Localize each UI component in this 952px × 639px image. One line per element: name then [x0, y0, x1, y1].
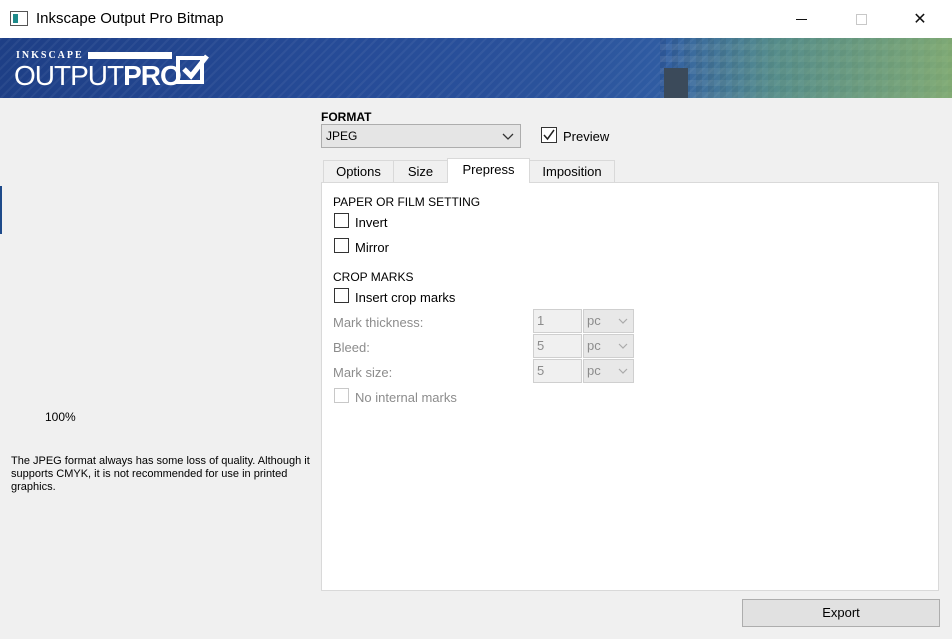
logo-outputpro: OUTPUTPRO [14, 60, 182, 91]
chevron-down-icon [618, 368, 628, 374]
preview-checkbox[interactable] [541, 127, 557, 143]
maximize-icon [855, 13, 867, 25]
mark-thickness-input[interactable]: 1 [533, 309, 582, 333]
banner-artwork [660, 38, 952, 98]
mark-size-unit-select[interactable]: pc [583, 359, 634, 383]
header-banner: INKSCAPE OUTPUTPRO [0, 38, 952, 98]
tab-imposition[interactable]: Imposition [529, 160, 615, 182]
chevron-down-icon [618, 343, 628, 349]
close-icon: ✕ [913, 11, 927, 28]
format-select-value: JPEG [326, 129, 358, 143]
chevron-down-icon [618, 318, 628, 324]
window-title: Inkscape Output Pro Bitmap [36, 10, 224, 27]
maximize-button[interactable] [832, 0, 890, 38]
close-button[interactable]: ✕ [891, 0, 949, 38]
bleed-input[interactable]: 5 [533, 334, 582, 358]
mark-size-input[interactable]: 5 [533, 359, 582, 383]
title-bar: Inkscape Output Pro Bitmap ✕ [0, 0, 952, 38]
crop-marks-section-label: CROP MARKS [333, 270, 414, 284]
format-select[interactable]: JPEG [321, 124, 521, 148]
preview-label: Preview [563, 129, 610, 144]
no-internal-marks-label: No internal marks [355, 390, 457, 405]
export-button[interactable]: Export [742, 599, 940, 627]
minimize-button[interactable] [772, 0, 830, 38]
invert-label: Invert [355, 215, 388, 230]
mark-size-label: Mark size: [333, 365, 393, 380]
mirror-label: Mirror [355, 240, 389, 255]
no-internal-marks-checkbox[interactable] [334, 388, 349, 403]
format-description: The JPEG format always has some loss of … [11, 455, 310, 493]
preview-zoom-level: 100% [45, 410, 76, 424]
mark-thickness-label: Mark thickness: [333, 315, 424, 330]
tab-prepress[interactable]: Prepress [447, 158, 530, 183]
mark-thickness-unit-select[interactable]: pc [583, 309, 634, 333]
format-label: FORMAT [321, 110, 372, 124]
tab-options[interactable]: Options [323, 160, 394, 182]
mirror-checkbox[interactable] [334, 238, 349, 253]
bleed-label: Bleed: [333, 340, 370, 355]
mark-thickness-unit-value: pc [587, 313, 601, 328]
invert-checkbox[interactable] [334, 213, 349, 228]
paper-film-section-label: PAPER OR FILM SETTING [333, 195, 481, 209]
minimize-icon [795, 18, 807, 20]
chevron-down-icon [502, 133, 514, 140]
logo-check-icon [176, 54, 209, 84]
prepress-panel: PAPER OR FILM SETTING Invert Mirror CROP… [321, 182, 939, 591]
checkmark-icon [543, 129, 555, 141]
bleed-unit-value: pc [587, 338, 601, 353]
app-icon [10, 11, 28, 26]
insert-crop-marks-label: Insert crop marks [355, 290, 456, 305]
insert-crop-marks-checkbox[interactable] [334, 288, 349, 303]
mark-size-unit-value: pc [587, 363, 601, 378]
tab-size[interactable]: Size [393, 160, 448, 182]
bleed-unit-select[interactable]: pc [583, 334, 634, 358]
